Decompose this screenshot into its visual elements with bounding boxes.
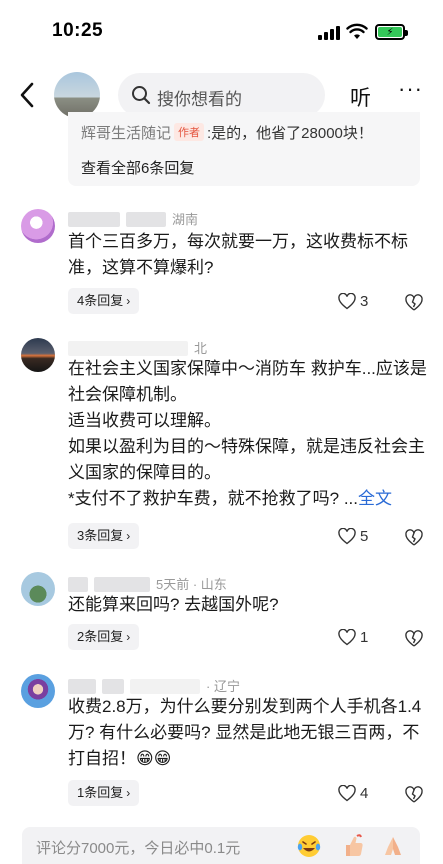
search-placeholder: 搜你想看的	[157, 90, 242, 109]
like-count: 1	[360, 629, 369, 646]
wifi-icon	[346, 23, 368, 39]
thumbs-up-emoji[interactable]	[340, 833, 366, 859]
cellular-signal-icon	[318, 26, 340, 40]
comment-item: 湖南 首个三百多万，每次就要一万，这收费标不标准，这算不算爆利? 4条回复 › 3	[0, 205, 443, 325]
like-button[interactable]: 4	[338, 784, 374, 804]
comment-meta: 北	[68, 338, 207, 357]
comment-text: 还能算来回吗? 去越国外呢?	[68, 595, 279, 614]
heart-icon	[338, 629, 356, 646]
reply-count-button[interactable]: 3条回复 ›	[68, 523, 140, 549]
more-options-icon[interactable]: ···	[398, 76, 423, 102]
heart-icon	[338, 528, 356, 545]
broken-heart-icon[interactable]	[404, 629, 424, 649]
comment-item: · 辽宁 收费2.8万，为什么要分别发到两个人手机各1.4万? 有什么必要吗? …	[0, 672, 443, 812]
like-button[interactable]: 3	[338, 292, 374, 312]
heart-icon	[338, 785, 356, 802]
reply-preview: 辉哥生活随记 作者:是的，他省了28000块！ 查看全部6条回复	[68, 112, 420, 186]
comment-text: 首个三百多万，每次就要一万，这收费标不标准，这算不算爆利?	[68, 232, 408, 277]
broken-heart-icon[interactable]	[404, 528, 424, 548]
broken-heart-icon[interactable]	[404, 293, 424, 313]
comment-meta: 5天前 · 山东	[68, 574, 227, 593]
avatar[interactable]	[21, 674, 55, 708]
reply-count-button[interactable]: 4条回复 ›	[68, 288, 140, 314]
reply-count-button[interactable]: 1条回复 ›	[68, 780, 140, 806]
view-all-replies-link[interactable]: 查看全部6条回复	[81, 157, 194, 178]
status-time: 10:25	[52, 20, 104, 41]
comment-input[interactable]: 评论分7000元，今日必中0.1元	[22, 827, 420, 864]
search-icon	[132, 86, 151, 105]
expand-full-text-link[interactable]: 全文	[358, 489, 392, 508]
comment-text: 在社会主义国家保障中～消防车 救护车...应该是社会保障机制。 适当收费可以理解…	[68, 359, 427, 508]
reply-count-button[interactable]: 2条回复 ›	[68, 624, 140, 650]
like-button[interactable]: 1	[338, 628, 374, 648]
like-button[interactable]: 5	[338, 527, 374, 547]
comment-text: 收费2.8万，为什么要分别发到两个人手机各1.4万? 有什么必要吗? 显然是此地…	[68, 697, 422, 768]
like-count: 5	[360, 528, 369, 545]
laugh-cry-emoji[interactable]	[296, 833, 322, 859]
comment-meta: 湖南	[68, 209, 198, 228]
reply-username[interactable]: 辉哥生活随记	[81, 125, 171, 142]
like-count: 3	[360, 293, 369, 310]
avatar[interactable]	[21, 209, 55, 243]
back-icon[interactable]	[14, 80, 40, 110]
heart-icon	[338, 293, 356, 310]
search-input[interactable]: 搜你想看的	[118, 73, 325, 117]
avatar[interactable]	[21, 338, 55, 372]
pray-emoji[interactable]	[380, 833, 406, 859]
like-count: 4	[360, 785, 369, 802]
comment-item: 北 在社会主义国家保障中～消防车 救护车...应该是社会保障机制。 适当收费可以…	[0, 336, 443, 556]
comment-input-placeholder: 评论分7000元，今日必中0.1元	[36, 840, 241, 857]
author-badge: 作者	[174, 123, 205, 141]
status-bar: 10:25 ⚡	[0, 0, 443, 62]
battery-icon: ⚡	[375, 24, 408, 40]
reply-preview-line: 辉哥生活随记 作者:是的，他省了28000块！	[81, 122, 373, 143]
reply-text: :是的，他省了28000块！	[207, 125, 373, 142]
broken-heart-icon[interactable]	[404, 785, 424, 805]
listen-button[interactable]: 听	[350, 82, 371, 112]
avatar[interactable]	[21, 572, 55, 606]
comment-meta: · 辽宁	[68, 676, 240, 695]
comment-item: 5天前 · 山东 还能算来回吗? 去越国外呢? 2条回复 › 1	[0, 570, 443, 660]
